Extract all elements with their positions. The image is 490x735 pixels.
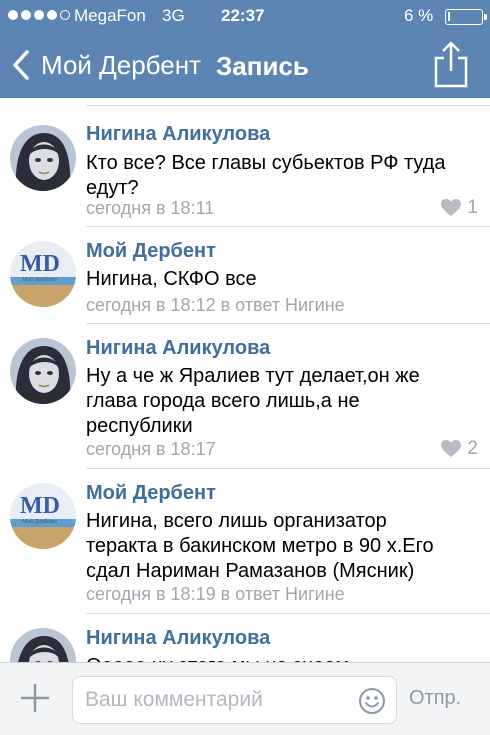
network-type: 3G [162, 6, 185, 25]
smile-icon[interactable] [358, 687, 386, 715]
heart-icon [441, 199, 462, 216]
comment-text: Нигина, всего лишь организатор теракта в… [86, 510, 434, 582]
comment-text: Ооооо ну этого мы не знаем [86, 654, 462, 662]
battery-icon [445, 9, 487, 25]
comment-timestamp: сегодня в 18:11 [86, 198, 215, 218]
heart-icon [441, 440, 462, 457]
signal-dot [47, 10, 57, 20]
send-button[interactable]: Отпр. [409, 687, 461, 710]
like-count: 1 [467, 197, 478, 218]
carrier-name: MegaFon [74, 6, 146, 25]
user-portrait-icon [10, 338, 76, 404]
comment-author[interactable]: Нигина Аликулова [86, 123, 270, 146]
comment-composer: Отпр. [0, 662, 490, 735]
comment-text: Кто все? Все главы субьектов РФ туда еду… [86, 152, 446, 199]
like-count: 2 [467, 438, 478, 459]
comment-author[interactable]: Нигина Аликулова [86, 627, 270, 650]
app-header: MegaFon 3G 22:37 6 % Мой Дербент Запись [0, 0, 490, 98]
svg-text:Мой Дербент: Мой Дербент [21, 276, 58, 283]
signal-dot [21, 10, 31, 20]
share-icon[interactable] [430, 40, 472, 90]
signal-dot [60, 10, 70, 20]
comment-text: Нигина, СКФО все [86, 268, 257, 290]
avatar[interactable]: MD Мой Дербент [10, 241, 76, 307]
comment-item[interactable]: Нигина Аликулова Ну а че ж Яралиев тут д… [0, 324, 490, 469]
like-button[interactable]: 2 [441, 438, 478, 460]
battery-percent: 6 % [404, 6, 434, 25]
comment-item[interactable]: MD Мой Дербент Мой Дербент Нигина, всего… [0, 469, 490, 614]
navigation-bar: Мой Дербент Запись [0, 32, 490, 98]
group-logo-icon: MD Мой Дербент [10, 241, 76, 307]
status-bar: MegaFon 3G 22:37 6 % [0, 0, 490, 32]
comment-author[interactable]: Мой Дербент [86, 240, 216, 263]
avatar[interactable]: MD Мой Дербент [10, 483, 76, 549]
comments-list[interactable]: Нигина Аликулова Кто все? Все главы субь… [0, 98, 490, 662]
comment-item[interactable]: Нигина Аликулова Ооооо ну этого мы не зн… [0, 614, 490, 662]
back-button[interactable]: Мой Дербент [10, 46, 201, 84]
comment-timestamp: сегодня в 18:12 в ответ Нигине [86, 295, 345, 315]
comment-author[interactable]: Нигина Аликулова [86, 337, 270, 360]
svg-text:MD: MD [20, 493, 60, 519]
user-portrait-icon [10, 125, 76, 191]
plus-icon[interactable] [18, 681, 52, 715]
comment-text: Ну а че ж Яралиев тут делает,он же глава… [86, 365, 420, 437]
avatar[interactable] [10, 338, 76, 404]
comment-timestamp: сегодня в 18:17 [86, 439, 216, 459]
signal-dot [8, 10, 18, 20]
battery-level-fill [448, 12, 450, 21]
comment-author[interactable]: Мой Дербент [86, 482, 216, 505]
avatar[interactable] [10, 125, 76, 191]
svg-text:Мой Дербент: Мой Дербент [21, 518, 58, 525]
signal-strength-icon [8, 10, 70, 20]
svg-text:MD: MD [20, 251, 60, 277]
page-title: Запись [216, 51, 309, 81]
like-button[interactable]: 1 [441, 197, 478, 219]
avatar[interactable] [10, 628, 76, 662]
comment-item[interactable]: MD Мой Дербент Мой Дербент Нигина, СКФО … [0, 227, 490, 324]
comment-input-box [72, 676, 397, 724]
user-portrait-icon [10, 628, 76, 662]
back-button-label: Мой Дербент [41, 49, 202, 80]
comment-item[interactable]: Нигина Аликулова Кто все? Все главы субь… [0, 106, 490, 227]
chevron-left-icon [13, 50, 29, 80]
comment-input[interactable] [85, 677, 355, 723]
comment-timestamp: сегодня в 18:19 в ответ Нигине [86, 584, 345, 604]
signal-dot [34, 10, 44, 20]
status-time: 22:37 [221, 6, 265, 25]
group-logo-icon: MD Мой Дербент [10, 483, 76, 549]
